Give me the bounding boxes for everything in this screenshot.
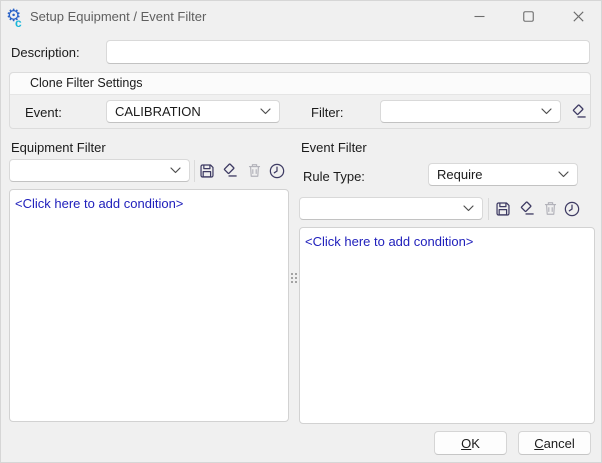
toolbar-separator [194, 160, 195, 182]
close-button[interactable] [556, 1, 600, 32]
minimize-button[interactable] [457, 1, 501, 32]
eraser-icon [569, 102, 588, 121]
equipment-filter-title: Equipment Filter [11, 140, 106, 155]
equipment-add-condition-link[interactable]: <Click here to add condition> [15, 196, 183, 211]
c-logo-icon: c [15, 13, 22, 33]
rule-type-value: Require [437, 167, 558, 182]
event-add-condition-link[interactable]: <Click here to add condition> [305, 234, 473, 249]
event-history-button[interactable] [561, 197, 583, 220]
equipment-history-button[interactable] [266, 159, 288, 182]
event-dropdown[interactable]: CALIBRATION [106, 100, 280, 123]
eraser-icon [517, 199, 536, 218]
chevron-down-icon [558, 171, 569, 178]
clear-filter-button[interactable] [567, 100, 589, 123]
cancel-button[interactable]: Cancel [518, 431, 591, 455]
event-save-button[interactable] [492, 197, 514, 220]
event-label: Event: [25, 105, 62, 120]
maximize-button[interactable] [506, 1, 550, 32]
splitter-grip[interactable] [291, 273, 297, 283]
setup-equipment-event-filter-dialog: ⚙ c Setup Equipment / Event Filter Descr… [0, 0, 602, 463]
save-icon [494, 200, 512, 218]
chevron-down-icon [260, 108, 271, 115]
filter-dropdown[interactable] [380, 100, 561, 123]
description-input[interactable] [106, 40, 590, 64]
event-clear-button[interactable] [515, 197, 537, 220]
clock-icon [563, 200, 581, 218]
chevron-down-icon [170, 167, 181, 174]
chevron-down-icon [541, 108, 552, 115]
maximize-icon [523, 11, 534, 22]
equipment-condition-panel[interactable] [9, 189, 289, 422]
filter-label: Filter: [311, 105, 344, 120]
event-delete-button[interactable] [539, 197, 561, 220]
eraser-icon [220, 161, 239, 180]
event-condition-panel[interactable] [299, 227, 595, 424]
description-label: Description: [11, 45, 80, 60]
equipment-delete-button[interactable] [243, 159, 265, 182]
close-icon [573, 11, 584, 22]
trash-icon [246, 162, 263, 179]
clone-filter-settings-title: Clone Filter Settings [10, 73, 590, 95]
window-title: Setup Equipment / Event Filter [30, 1, 206, 33]
rule-type-label: Rule Type: [303, 169, 365, 184]
rule-type-dropdown[interactable]: Require [428, 163, 578, 186]
event-preset-dropdown[interactable] [299, 197, 483, 220]
event-filter-title: Event Filter [301, 140, 367, 155]
title-bar[interactable]: ⚙ c Setup Equipment / Event Filter [1, 1, 601, 33]
toolbar-separator [488, 198, 489, 220]
save-icon [198, 162, 216, 180]
equipment-save-button[interactable] [196, 159, 218, 182]
app-icon: ⚙ c [6, 6, 26, 26]
chevron-down-icon [463, 205, 474, 212]
ok-button[interactable]: OK [434, 431, 507, 455]
clock-icon [268, 162, 286, 180]
equipment-clear-button[interactable] [218, 159, 240, 182]
trash-icon [542, 200, 559, 217]
event-dropdown-value: CALIBRATION [115, 104, 260, 119]
equipment-preset-dropdown[interactable] [9, 159, 190, 182]
minimize-icon [474, 11, 485, 22]
